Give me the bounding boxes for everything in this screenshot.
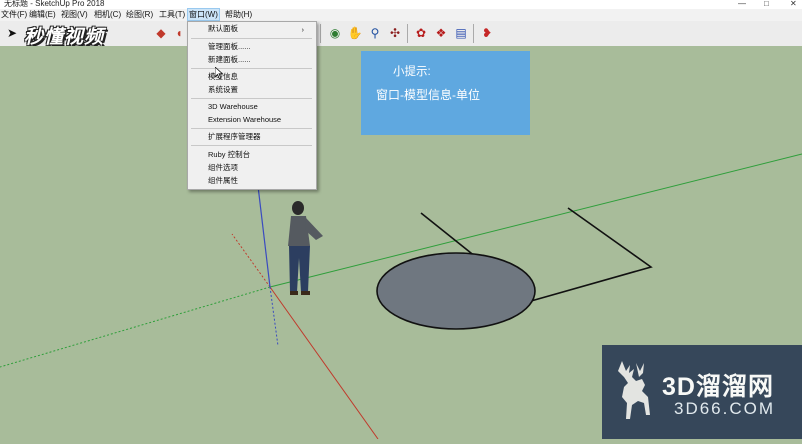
zoom-icon[interactable]: ⚲ (366, 24, 384, 42)
close-button[interactable]: ✕ (790, 0, 797, 8)
menu-item-extension-warehouse[interactable]: Extension Warehouse (208, 114, 281, 125)
watermark-domain: 3D66.COM (674, 399, 776, 418)
mouse-cursor-icon (215, 67, 224, 80)
menu-file[interactable]: 文件(F) (0, 9, 28, 21)
menu-draw[interactable]: 绘图(R) (125, 9, 154, 21)
watermark: 3D溜溜网 3D66.COM (602, 345, 802, 439)
menu-item-default-tray[interactable]: 默认面板 › (208, 23, 310, 34)
toolbar-separator (473, 24, 474, 43)
menu-item-label: 默认面板 (208, 24, 238, 33)
toolbar: ➤ ◆ ◖ ◉ ✋ ⚲ ✣ ✿ ❖ ▤ ❥ (0, 21, 802, 47)
video-logo: 秒懂视频 (24, 27, 105, 48)
menu-tools[interactable]: 工具(T) (158, 9, 186, 21)
tip-heading: 小提示: (393, 66, 431, 78)
layout-icon[interactable]: ▤ (452, 24, 470, 42)
title-bar: 无标题 - SketchUp Pro 2018 — □ ✕ (0, 0, 802, 9)
menu-separator (191, 128, 312, 129)
green-axis (269, 153, 802, 288)
submenu-arrow-icon: › (301, 27, 304, 34)
paint-bucket-icon[interactable]: ◖ (170, 24, 188, 42)
circle-face (376, 252, 536, 330)
red-axis (269, 286, 379, 440)
zoom-extents-icon[interactable]: ✣ (386, 24, 404, 42)
minimize-button[interactable]: — (738, 0, 746, 8)
menu-separator (191, 98, 312, 99)
menu-item-preferences[interactable]: 系统设置 (208, 84, 238, 95)
menu-item-manage-trays[interactable]: 管理面板...... (208, 41, 251, 52)
menu-separator (191, 68, 312, 69)
tip-box: 小提示: 窗口-模型信息-单位 (361, 51, 530, 135)
share-model-icon[interactable]: ❖ (432, 24, 450, 42)
menu-item-3d-warehouse[interactable]: 3D Warehouse (208, 101, 258, 112)
menu-item-extension-manager[interactable]: 扩展程序管理器 (208, 131, 261, 142)
window-title: 无标题 - SketchUp Pro 2018 (4, 0, 105, 8)
menu-bar: 文件(F) 编辑(E) 视图(V) 相机(C) 绘图(R) 工具(T) 窗口(W… (0, 8, 802, 21)
menu-item-component-attributes[interactable]: 组件属性 (208, 175, 238, 186)
eraser-icon[interactable]: ◆ (152, 24, 170, 42)
green-axis-negative (0, 286, 271, 368)
warehouse-icon[interactable]: ✿ (412, 24, 430, 42)
toolbar-separator (407, 24, 408, 43)
menu-camera[interactable]: 相机(C) (93, 9, 122, 21)
menu-item-component-options[interactable]: 组件选项 (208, 162, 238, 173)
menu-view[interactable]: 视图(V) (60, 9, 89, 21)
toolbar-separator (320, 24, 321, 43)
menu-edit[interactable]: 编辑(E) (28, 9, 57, 21)
pan-hand-icon[interactable]: ✋ (346, 24, 364, 42)
tip-body: 窗口-模型信息-单位 (376, 88, 480, 102)
orbit-icon[interactable]: ◉ (326, 24, 344, 42)
menu-help[interactable]: 帮助(H) (224, 9, 253, 21)
watermark-title: 3D溜溜网 (662, 373, 774, 401)
menu-item-ruby-console[interactable]: Ruby 控制台 (208, 149, 250, 160)
menu-separator (191, 38, 312, 39)
scale-figure (288, 201, 323, 295)
menu-item-new-tray[interactable]: 新建面板...... (208, 54, 251, 65)
menu-separator (191, 145, 312, 146)
select-arrow-icon[interactable]: ➤ (3, 24, 21, 42)
maximize-button[interactable]: □ (764, 0, 769, 8)
window-menu-dropdown: 默认面板 › 管理面板...... 新建面板...... 模型信息 系统设置 3… (187, 21, 317, 190)
deer-logo-icon (618, 361, 650, 419)
menu-window[interactable]: 窗口(W) (187, 8, 220, 21)
blue-axis (257, 185, 271, 288)
extension-warehouse-icon[interactable]: ❥ (478, 24, 496, 42)
